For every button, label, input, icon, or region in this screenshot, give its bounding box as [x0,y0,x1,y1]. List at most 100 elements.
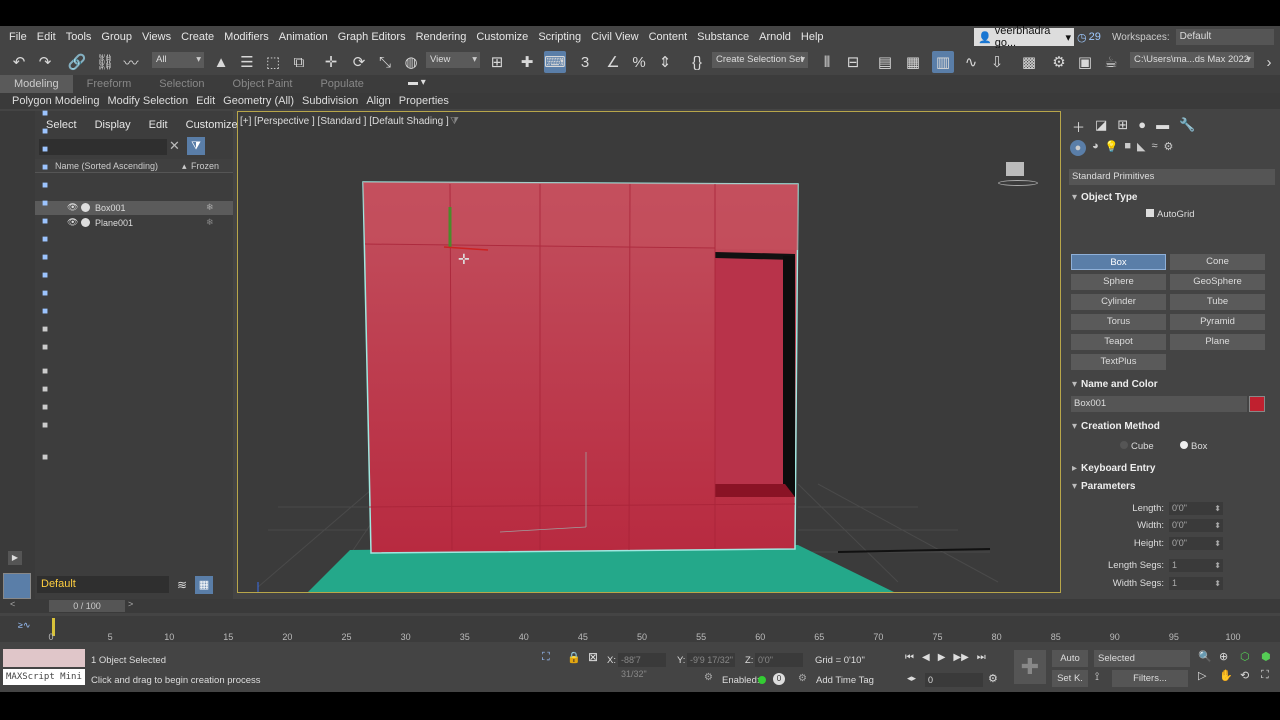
explorer-container-icon[interactable]: ■ [38,287,52,301]
eye-icon[interactable]: 👁 [67,202,78,213]
select-by-name-icon[interactable]: ☰ [236,51,258,73]
explorer-hand-icon[interactable]: ■ [38,451,52,465]
notifications-button[interactable]: ◷ 29 [1077,29,1105,45]
x-coordinate-field[interactable]: -88'7 31/32" [618,653,666,679]
menu-animation[interactable]: Animation [274,31,333,43]
explorer-hidden-icon[interactable]: ■ [38,383,52,397]
primitive-textplus-button[interactable]: TextPlus [1071,354,1166,370]
explorer-particle-icon[interactable]: ■ [38,305,52,319]
menu-customize[interactable]: Customize [471,31,533,43]
key-mode-icon[interactable]: ◂▸ [907,673,916,684]
ribbon-item-polygon-modeling[interactable]: Polygon Modeling [8,95,103,107]
next-frame-icon[interactable]: > [128,599,133,609]
project-path-dropdown[interactable]: C:\Users\ma...ds Max 2022 [1130,52,1254,68]
menu-scripting[interactable]: Scripting [533,31,586,43]
primitive-pyramid-button[interactable]: Pyramid [1170,314,1265,330]
current-frame-field[interactable]: 0 [925,673,983,687]
creation-method-rollout[interactable]: Creation Method [1069,419,1274,435]
render-setup-icon[interactable]: ⚙ [1048,51,1070,73]
ribbon-options-icon[interactable]: ▬ ▾ [408,77,426,88]
freeze-icon[interactable]: ❄ [206,217,214,228]
key-tangent-icon[interactable]: ⟟ [1095,671,1099,684]
play-icon[interactable]: ▶ [938,652,946,666]
render-icon[interactable]: ☕ [1100,51,1122,73]
track-bar-options-icon[interactable]: ≥∿ [18,620,30,631]
menu-substance[interactable]: Substance [692,31,754,43]
track-bar[interactable]: ≥∿ 0 5 10 15 20 25 30 35 40 45 50 55 60 65 70 75 80 85 90 9… [0,616,1280,642]
explorer-camera-icon[interactable]: ■ [38,161,52,175]
shapes-icon[interactable]: ◕ [1092,140,1099,157]
schematic-view-icon[interactable]: ⇩ [986,51,1008,73]
angle-snap-icon[interactable]: ∠ [602,51,624,73]
object-color-swatch[interactable] [1249,396,1265,412]
scene-menu-edit[interactable]: Edit [149,119,168,137]
clear-search-icon[interactable]: ✕ [169,138,180,154]
systems-icon[interactable]: ⚙ [1164,140,1174,157]
goto-end-icon[interactable]: ⏭ [977,652,986,666]
ribbon-item-properties[interactable]: Properties [395,95,453,107]
scene-menu-display[interactable]: Display [95,119,131,137]
primitive-plane-button[interactable]: Plane [1170,334,1265,350]
select-object-icon[interactable]: ▲ [210,51,232,73]
object-name-input[interactable]: Box001 [1071,396,1247,412]
time-config-icon[interactable]: ⚙ [988,672,998,685]
time-slider[interactable]: 0 / 100 [49,600,125,612]
orbit-icon[interactable]: ⟲ [1240,669,1259,686]
ribbon-tab-freeform[interactable]: Freeform [73,75,146,93]
zoom-extents-all-icon[interactable]: ⬢ [1261,650,1280,667]
key-filter-dropdown[interactable]: Selected [1094,650,1190,667]
time-tag-gear-icon[interactable]: ⚙ [798,673,807,684]
freeze-icon[interactable]: ❄ [206,202,214,213]
toggle-scene-explorer-icon[interactable]: ▤ [874,51,896,73]
perspective-viewport[interactable]: [+] [Perspective ] [Standard ] [Default … [237,111,1061,593]
cameras-icon[interactable]: ■ [1124,140,1131,157]
menu-graph-editors[interactable]: Graph Editors [333,31,411,43]
length-spinner[interactable]: 0'0" [1169,502,1223,515]
name-and-color-rollout[interactable]: Name and Color [1069,377,1274,393]
rotate-icon[interactable]: ⟳ [348,51,370,73]
scene-search-input[interactable] [39,139,167,155]
isolate-selection-icon[interactable]: ⛶ [542,651,550,664]
adaptive-degradation-icon[interactable]: ⚙ [704,672,713,683]
frozen-column-header[interactable]: Frozen [191,161,219,171]
explorer-xref-icon[interactable]: ■ [38,251,52,265]
viewport-layout-icon[interactable] [3,573,31,599]
menu-group[interactable]: Group [96,31,137,43]
primitive-teapot-button[interactable]: Teapot [1071,334,1166,350]
reference-coord-dropdown[interactable]: View [426,52,480,68]
explorer-spacewarp-icon[interactable]: ■ [38,215,52,229]
motion-tab-icon[interactable]: ● [1138,117,1146,135]
height-spinner[interactable]: 0'0" [1169,537,1223,550]
prev-key-icon[interactable]: ◀ [922,652,930,666]
percent-snap-icon[interactable]: % [628,51,650,73]
workspaces-dropdown[interactable]: Default [1175,29,1274,45]
play-arrow-icon[interactable]: ▶ [8,551,22,565]
explorer-display-icon[interactable]: ■ [38,365,52,379]
selection-filter-dropdown[interactable]: All [152,52,204,68]
keyboard-entry-rollout[interactable]: Keyboard Entry [1069,461,1274,477]
window-crossing-icon[interactable]: ⧉ [288,51,310,73]
selection-lock-icon[interactable]: 🔒 [567,651,581,664]
hierarchy-tab-icon[interactable]: ⊞ [1117,117,1128,135]
helpers-icon[interactable]: ◣ [1137,140,1145,157]
time-tag-icon[interactable]: 0 [773,673,785,685]
rect-selection-icon[interactable]: ⬚ [262,51,284,73]
align-icon[interactable]: ⊟ [842,51,864,73]
absolute-mode-icon[interactable]: ⊠ [588,650,598,664]
y-coordinate-field[interactable]: -9'9 17/32" [687,653,735,667]
layers-icon[interactable]: ≋ [177,578,187,592]
menu-edit[interactable]: Edit [32,31,61,43]
primitive-category-dropdown[interactable]: Standard Primitives [1069,169,1275,185]
ribbon-tab-selection[interactable]: Selection [145,75,218,93]
explorer-layer-icon[interactable]: ■ [38,341,52,355]
primitive-geosphere-button[interactable]: GeoSphere [1170,274,1265,290]
name-column-header[interactable]: Name (Sorted Ascending) [55,161,158,171]
explorer-frozen-icon[interactable]: ■ [38,323,52,337]
ribbon-item-geometry-all-[interactable]: Geometry (All) [219,95,298,107]
select-manipulate-icon[interactable]: ✚ [516,51,538,73]
lights-icon[interactable]: 💡 [1105,140,1119,157]
primitive-box-button[interactable]: Box [1071,254,1166,270]
primitive-tube-button[interactable]: Tube [1170,294,1265,310]
fov-icon[interactable]: ▷ [1198,669,1217,686]
layer-explorer-icon[interactable]: ▦ [195,576,213,594]
